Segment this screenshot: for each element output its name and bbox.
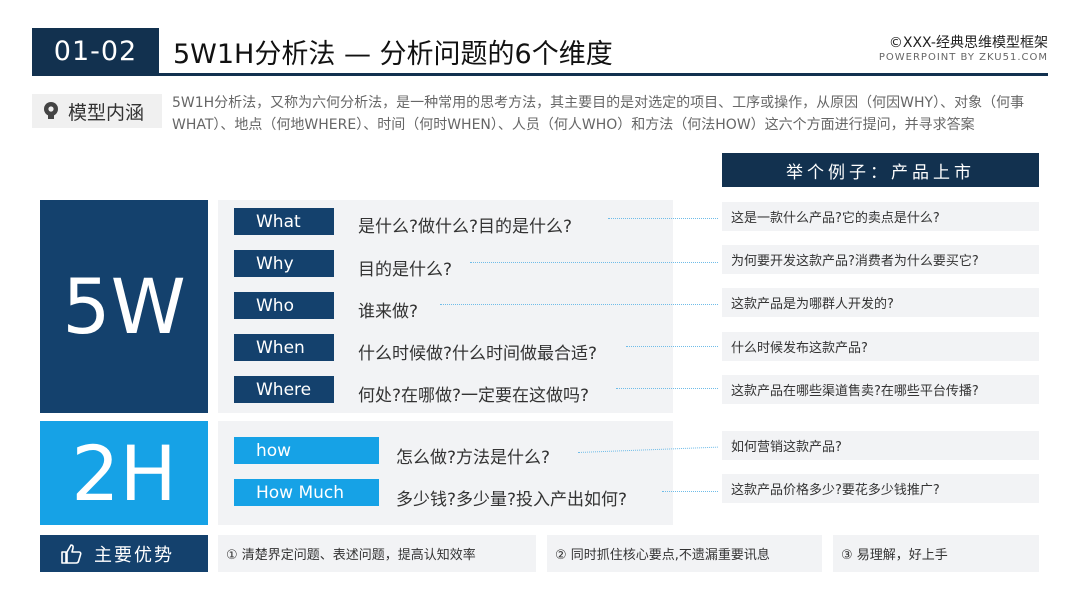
advantages-label-text: 主要优势 — [94, 544, 174, 566]
thumbs-up-icon — [61, 543, 82, 564]
label-how-much: How Much — [234, 479, 379, 506]
gear-bulb-icon — [44, 102, 58, 119]
question-why: 目的是什么? — [358, 260, 453, 280]
example-who: 这款产品是为哪群人开发的? — [722, 288, 1039, 317]
advantage-item: ③ 易理解，好上手 — [833, 535, 1039, 572]
question-where: 何处?在哪做?一定要在这做吗? — [358, 386, 590, 406]
example-header: 举个例子：产品上市 — [722, 153, 1039, 187]
example-what: 这是一款什么产品?它的卖点是什么? — [722, 202, 1039, 231]
model-tag: 模型内涵 — [32, 94, 162, 128]
label-who: Who — [234, 292, 334, 319]
example-how-much: 这款产品价格多少?要花多少钱推广? — [722, 474, 1039, 503]
dotted-connector — [662, 491, 718, 492]
question-who: 谁来做? — [358, 302, 419, 322]
header-rule — [32, 73, 1048, 76]
brand-subtitle: POWERPOINT BY ZKU51.COM — [878, 52, 1048, 63]
example-how: 如何营销这款产品? — [722, 431, 1039, 460]
question-how: 怎么做?方法是什么? — [396, 448, 551, 468]
model-tag-label: 模型内涵 — [68, 101, 145, 124]
model-description: 5W1H分析法，又称为六何分析法，是一种常用的思考方法，其主要目的是对选定的项目… — [172, 95, 1025, 133]
dotted-connector — [440, 304, 718, 305]
brand-text: ©XXX-经典思维模型框架 — [888, 35, 1048, 51]
question-what: 是什么?做什么?目的是什么? — [358, 217, 573, 237]
label-why: Why — [234, 250, 334, 277]
advantage-item: ② 同时抓住核心要点,不遗漏重要讯息 — [547, 535, 822, 572]
section-number: 01-02 — [32, 28, 159, 75]
page-title: 5W1H分析法 — 分析问题的6个维度 — [173, 38, 613, 70]
question-how-much: 多少钱?多少量?投入产出如何? — [396, 490, 628, 510]
label-when: When — [234, 334, 334, 361]
example-why: 为何要开发这款产品?消费者为什么要买它? — [722, 245, 1039, 274]
question-when: 什么时候做?什么时间做最合适? — [358, 344, 598, 364]
label-what: What — [234, 208, 334, 235]
dotted-connector — [608, 218, 718, 219]
five-w-block: 5W — [40, 200, 208, 413]
advantages-label: 主要优势 — [40, 535, 208, 572]
two-h-block: 2H — [40, 421, 208, 525]
dotted-connector — [470, 262, 718, 263]
example-where: 这款产品在哪些渠道售卖?在哪些平台传播? — [722, 375, 1039, 404]
dotted-connector — [616, 388, 718, 389]
label-where: Where — [234, 376, 334, 403]
label-how: how — [234, 437, 379, 464]
dotted-connector — [626, 346, 718, 347]
example-when: 什么时候发布这款产品? — [722, 332, 1039, 361]
advantage-item: ① 清楚界定问题、表述问题，提高认知效率 — [218, 535, 536, 572]
